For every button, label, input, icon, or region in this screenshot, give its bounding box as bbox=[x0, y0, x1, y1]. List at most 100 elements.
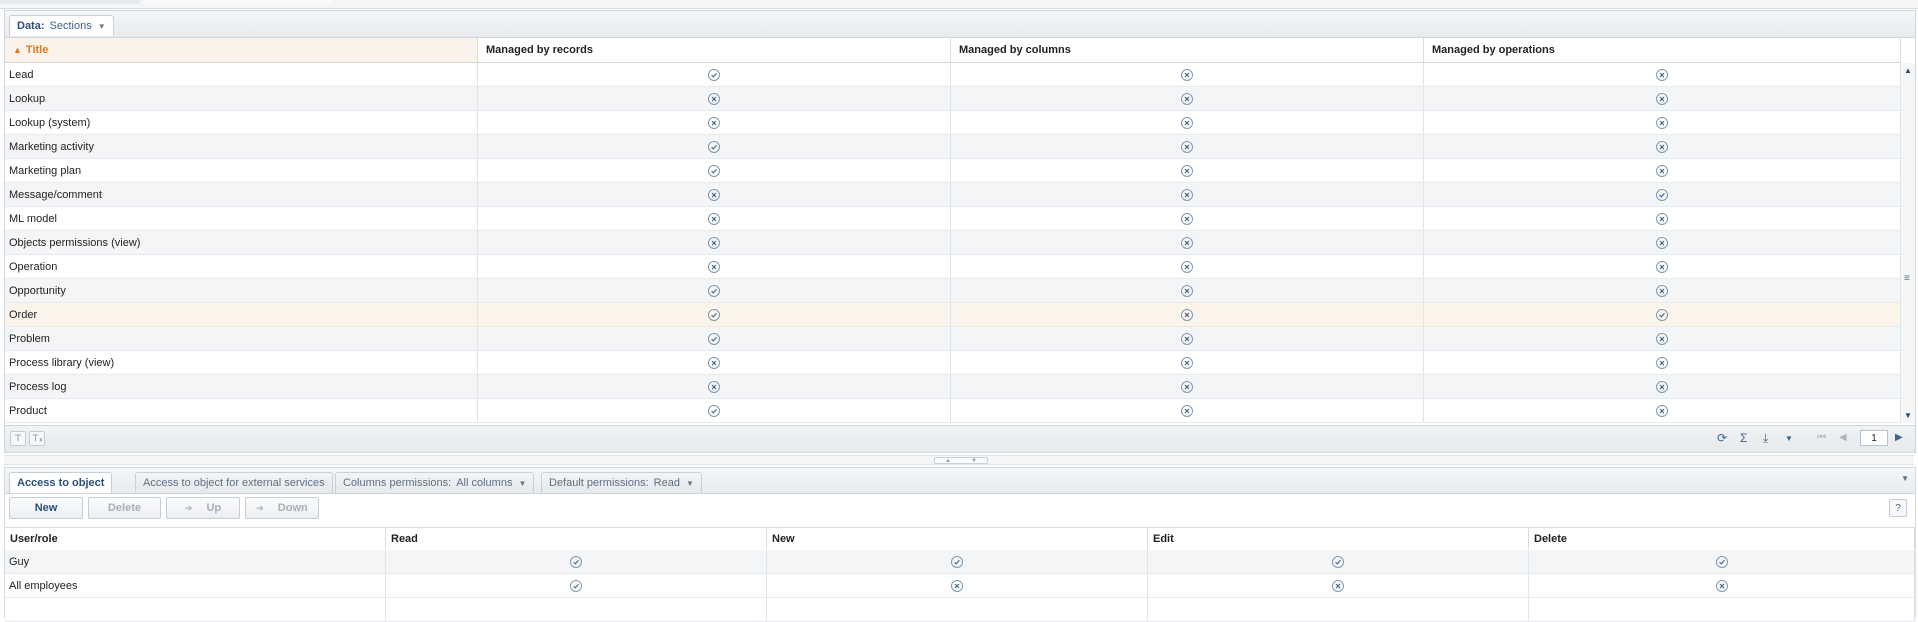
permission-cell[interactable] bbox=[1424, 255, 1901, 278]
check-icon[interactable] bbox=[708, 284, 720, 297]
collapse-icon[interactable]: ▼ bbox=[1901, 474, 1909, 483]
summary-icon[interactable]: Σ bbox=[1740, 431, 1747, 445]
permission-cell[interactable] bbox=[478, 87, 951, 110]
delete-button[interactable]: Delete bbox=[88, 497, 161, 519]
cross-icon[interactable] bbox=[1181, 308, 1193, 321]
cross-icon[interactable] bbox=[1656, 164, 1668, 177]
scroll-thumb[interactable]: ≡ bbox=[1904, 274, 1912, 284]
permission-cell[interactable] bbox=[478, 375, 951, 398]
cross-icon[interactable] bbox=[1181, 284, 1193, 297]
permission-cell[interactable] bbox=[1424, 303, 1901, 326]
permission-cell[interactable] bbox=[478, 207, 951, 230]
permission-cell[interactable] bbox=[951, 183, 1424, 206]
refresh-icon[interactable]: ⟳ bbox=[1717, 431, 1727, 445]
permission-cell[interactable] bbox=[951, 231, 1424, 254]
cross-icon[interactable] bbox=[951, 579, 963, 592]
permission-cell[interactable] bbox=[1424, 159, 1901, 182]
tab-columns-permissions[interactable]: Columns permissions: All columns ▼ bbox=[335, 472, 535, 493]
permission-cell[interactable] bbox=[1424, 111, 1901, 134]
permission-cell[interactable] bbox=[1424, 87, 1901, 110]
permission-cell[interactable] bbox=[1424, 183, 1901, 206]
cross-icon[interactable] bbox=[1181, 212, 1193, 225]
cross-icon[interactable] bbox=[1656, 356, 1668, 369]
permission-cell[interactable] bbox=[1424, 351, 1901, 374]
cross-icon[interactable] bbox=[1181, 188, 1193, 201]
chevron-down-icon[interactable]: ▼ bbox=[1785, 434, 1793, 443]
chevron-down-icon[interactable]: ▼ bbox=[686, 479, 694, 488]
permission-cell[interactable] bbox=[951, 159, 1424, 182]
table-row[interactable]: Lookup bbox=[5, 87, 1901, 111]
table-row[interactable]: Marketing activity bbox=[5, 135, 1901, 159]
permission-cell[interactable] bbox=[1148, 574, 1529, 597]
table-row[interactable]: Product bbox=[5, 399, 1901, 423]
scroll-down-icon[interactable]: ▼ bbox=[1904, 411, 1912, 420]
check-icon[interactable] bbox=[1656, 308, 1668, 321]
cross-icon[interactable] bbox=[708, 212, 720, 225]
cross-icon[interactable] bbox=[1181, 260, 1193, 273]
column-header-managed-by-records[interactable]: Managed by records bbox=[478, 38, 951, 62]
next-page-icon[interactable]: ▶ bbox=[1895, 432, 1903, 443]
permission-cell[interactable] bbox=[951, 303, 1424, 326]
permission-cell[interactable] bbox=[478, 399, 951, 422]
permission-cell[interactable] bbox=[951, 327, 1424, 350]
table-row[interactable]: All employees bbox=[5, 574, 1915, 598]
new-button[interactable]: New bbox=[9, 497, 83, 519]
cross-icon[interactable] bbox=[1332, 579, 1344, 592]
cross-icon[interactable] bbox=[1656, 260, 1668, 273]
check-icon[interactable] bbox=[708, 308, 720, 321]
cross-icon[interactable] bbox=[708, 188, 720, 201]
check-icon[interactable] bbox=[1656, 188, 1668, 201]
vertical-scrollbar[interactable]: ▲ ≡ ▼ bbox=[1900, 63, 1915, 423]
table-row[interactable]: Lead bbox=[5, 63, 1901, 87]
cross-icon[interactable] bbox=[1656, 140, 1668, 153]
tab-access-external-services[interactable]: Access to object for external services bbox=[135, 472, 333, 493]
permission-cell[interactable] bbox=[386, 550, 767, 573]
check-icon[interactable] bbox=[708, 68, 720, 81]
table-row[interactable]: Guy bbox=[5, 550, 1915, 574]
check-icon[interactable] bbox=[708, 332, 720, 345]
permission-cell[interactable] bbox=[951, 255, 1424, 278]
table-row[interactable]: Problem bbox=[5, 327, 1901, 351]
cross-icon[interactable] bbox=[708, 356, 720, 369]
check-icon[interactable] bbox=[1332, 555, 1344, 568]
permission-cell[interactable] bbox=[1424, 327, 1901, 350]
cross-icon[interactable] bbox=[1715, 579, 1728, 592]
help-icon[interactable]: ? bbox=[1889, 499, 1907, 517]
column-header-managed-by-columns[interactable]: Managed by columns bbox=[951, 38, 1424, 62]
cross-icon[interactable] bbox=[1656, 116, 1668, 129]
cross-icon[interactable] bbox=[1656, 68, 1668, 81]
permission-cell[interactable] bbox=[478, 303, 951, 326]
first-page-icon[interactable]: ⏮ bbox=[1817, 432, 1826, 443]
up-button[interactable]: ➔ Up bbox=[166, 497, 240, 519]
table-row[interactable]: Lookup (system) bbox=[5, 111, 1901, 135]
splitter-grip[interactable]: ▲ ▼ bbox=[934, 457, 988, 464]
cross-icon[interactable] bbox=[1656, 212, 1668, 225]
down-button[interactable]: ➔ Down bbox=[245, 497, 319, 519]
table-row[interactable]: Order bbox=[5, 303, 1901, 327]
check-icon[interactable] bbox=[708, 140, 720, 153]
permission-cell[interactable] bbox=[951, 135, 1424, 158]
permission-cell[interactable] bbox=[1529, 574, 1915, 597]
cross-icon[interactable] bbox=[708, 116, 720, 129]
permission-cell[interactable] bbox=[478, 135, 951, 158]
column-header-edit[interactable]: Edit bbox=[1148, 528, 1529, 549]
tab-access-to-object[interactable]: Access to object bbox=[9, 472, 113, 493]
cross-icon[interactable] bbox=[1181, 236, 1193, 249]
permission-cell[interactable] bbox=[478, 183, 951, 206]
data-sections-tab[interactable]: Data: Sections ▼ bbox=[9, 15, 114, 36]
permission-cell[interactable] bbox=[951, 87, 1424, 110]
cross-icon[interactable] bbox=[1656, 404, 1668, 417]
permission-cell[interactable] bbox=[386, 574, 767, 597]
permission-cell[interactable] bbox=[1424, 135, 1901, 158]
permission-cell[interactable] bbox=[1424, 63, 1901, 86]
table-row[interactable]: Opportunity bbox=[5, 279, 1901, 303]
column-header-new[interactable]: New bbox=[767, 528, 1148, 549]
column-header-user-role[interactable]: User/role bbox=[5, 528, 386, 549]
cross-icon[interactable] bbox=[1181, 404, 1193, 417]
cross-icon[interactable] bbox=[1656, 284, 1668, 297]
permission-cell[interactable] bbox=[1148, 550, 1529, 573]
cross-icon[interactable] bbox=[708, 380, 720, 393]
permission-cell[interactable] bbox=[1424, 279, 1901, 302]
permission-cell[interactable] bbox=[478, 351, 951, 374]
permission-cell[interactable] bbox=[767, 550, 1148, 573]
